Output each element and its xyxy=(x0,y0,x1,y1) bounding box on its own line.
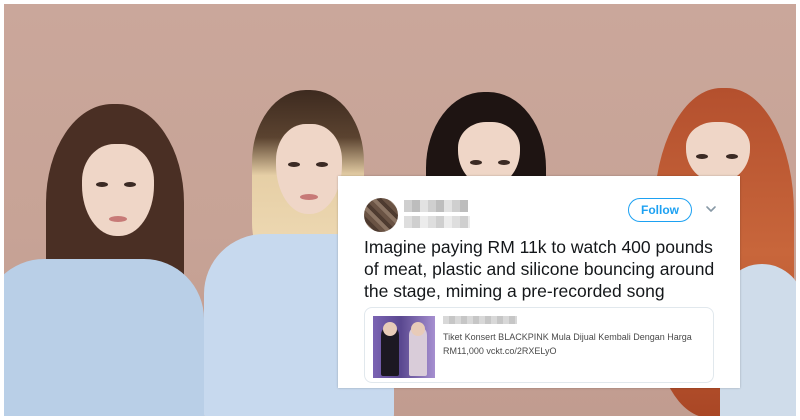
person-2-lips xyxy=(300,194,318,200)
thumbnail-head-left xyxy=(383,322,397,336)
person-1-lips xyxy=(109,216,127,222)
person-1 xyxy=(4,4,204,416)
person-3-eye-left xyxy=(470,160,482,165)
person-2-eye-right xyxy=(316,162,328,167)
person-1-shirt xyxy=(4,259,204,416)
person-4-eye-left xyxy=(696,154,708,159)
card-description: Tiket Konsert BLACKPINK Mula Dijual Kemb… xyxy=(443,332,692,356)
link-card[interactable]: Tiket Konsert BLACKPINK Mula Dijual Kemb… xyxy=(364,307,714,383)
author-name-blurred xyxy=(404,200,468,212)
chevron-down-icon[interactable] xyxy=(704,202,718,216)
avatar[interactable] xyxy=(364,198,398,232)
follow-button[interactable]: Follow xyxy=(628,198,692,222)
tweet-text: Imagine paying RM 11k to watch 400 pound… xyxy=(364,237,715,301)
card-title-blurred xyxy=(443,316,517,324)
person-3-eye-right xyxy=(498,160,510,165)
person-1-eye-left xyxy=(96,182,108,187)
thumbnail-head-right xyxy=(411,322,425,336)
person-4-eye-right xyxy=(726,154,738,159)
person-2-eye-left xyxy=(288,162,300,167)
person-1-eye-right xyxy=(124,182,136,187)
author-handle-blurred xyxy=(404,216,470,228)
card-thumbnail xyxy=(373,316,435,378)
tweet-embed: Follow Imagine paying RM 11k to watch 40… xyxy=(338,176,740,388)
